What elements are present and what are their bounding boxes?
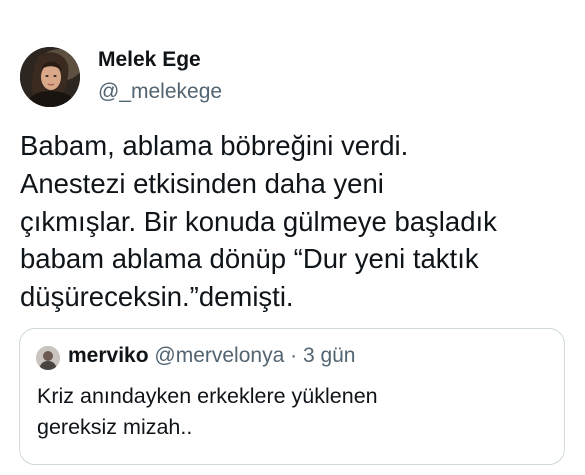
tweet-text-line: çıkmışlar. Bir konuda gülmeye başladık — [20, 205, 497, 237]
quoted-header: merviko @mervelonya · 3 gün — [68, 344, 356, 368]
quoted-tweet-text: Kriz anındayken erkeklere yüklenen gerek… — [37, 381, 378, 443]
quoted-handle-text: @mervelonya — [154, 344, 285, 367]
user-photo-icon — [20, 47, 80, 107]
quoted-author-handle[interactable]: @mervelonya — [154, 344, 284, 367]
tweet-text-line: babam ablama dönüp “Dur yeni taktık — [20, 243, 479, 275]
author-handle[interactable]: @_melekege — [98, 80, 222, 104]
tweet-text-line: Anestezi etkisinden daha yeni — [20, 167, 384, 199]
tweet-card[interactable]: Melek Ege @_melekege Babam, ablama böbre… — [0, 0, 585, 475]
quoted-tweet-card[interactable]: merviko @mervelonya · 3 gün Kriz anınday… — [19, 328, 565, 465]
quoted-timestamp[interactable]: 3 gün — [303, 344, 356, 367]
quoted-author-avatar[interactable] — [36, 346, 60, 370]
author-name[interactable]: Melek Ege — [98, 48, 201, 72]
quoted-text-line: gereksiz mizah.. — [37, 415, 193, 439]
tweet-text: Babam, ablama böbreğini verdi. Anestezi … — [20, 127, 570, 316]
author-avatar[interactable] — [20, 47, 80, 107]
quoted-author-name[interactable]: merviko — [68, 344, 149, 367]
quoted-text-line: Kriz anındayken erkeklere yüklenen — [37, 384, 378, 408]
meta-separator: · — [284, 344, 303, 367]
tweet-text-line: düşüreceksin.”demişti. — [20, 281, 294, 313]
user-photo-icon — [36, 346, 60, 370]
tweet-text-line: Babam, ablama böbreğini verdi. — [20, 130, 409, 161]
